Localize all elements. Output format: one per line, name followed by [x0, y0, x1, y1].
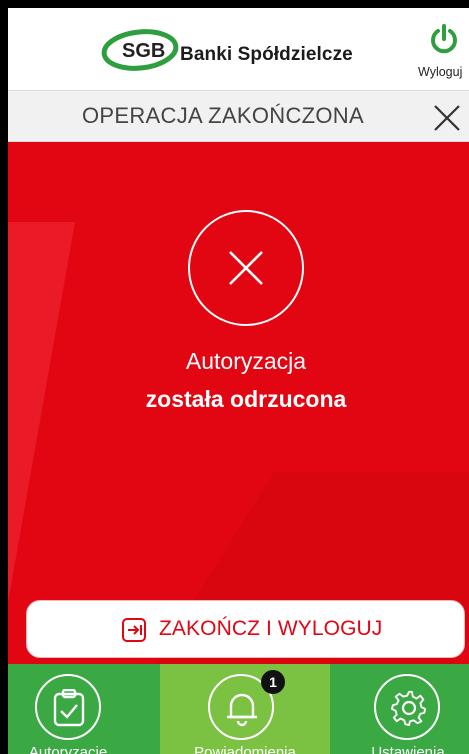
brand-name: Banki Spółdzielcze	[180, 44, 353, 65]
app-screen: SGB Banki Spółdzielcze Wyloguj OPERACJA …	[8, 8, 469, 754]
nav-item-notifications[interactable]: Powiadomienia	[160, 664, 330, 754]
close-button[interactable]	[432, 103, 462, 133]
rejected-status-circle	[188, 210, 304, 326]
notification-badge: 1	[261, 670, 285, 694]
clipboard-check-icon	[53, 689, 85, 727]
nav-item-authorizations[interactable]: Autoryzacje	[8, 664, 160, 754]
background-shard	[8, 222, 76, 642]
exit-icon	[121, 617, 147, 648]
gear-icon	[391, 690, 427, 727]
nav-item-settings[interactable]: Ustawienia	[330, 664, 469, 754]
status-message-line2: została odrzucona	[145, 386, 347, 412]
bottom-navigation: Autoryzacje Powiadomienia Ustawienia	[8, 664, 469, 754]
sgb-logo: SGB	[96, 22, 184, 80]
page-title: OPERACJA ZAKOŃCZONA	[82, 103, 364, 128]
status-message-line1: Autoryzacja	[185, 348, 307, 374]
nav-label-settings: Ustawienia	[371, 744, 445, 754]
nav-label-authorizations: Autoryzacje	[28, 744, 108, 754]
finish-and-logout-button[interactable]: ZAKOŃCZ I WYLOGUJ	[26, 600, 465, 658]
logout-label: Wyloguj	[418, 65, 463, 79]
logout-button[interactable]: Wyloguj	[418, 24, 469, 84]
close-icon	[434, 105, 460, 131]
title-bar: OPERACJA ZAKOŃCZONA	[8, 90, 469, 142]
nav-label-notifications: Powiadomienia	[194, 744, 296, 754]
result-panel: Autoryzacja została odrzucona ZAKOŃCZ I …	[8, 142, 469, 664]
finish-button-label: ZAKOŃCZ I WYLOGUJ	[159, 617, 383, 640]
power-icon	[431, 24, 457, 54]
logo-text: SGB	[122, 40, 165, 62]
bell-icon	[227, 693, 257, 727]
close-icon	[229, 251, 263, 285]
nav-icon-circle	[35, 674, 101, 740]
app-header: SGB Banki Spółdzielcze Wyloguj	[8, 8, 469, 90]
nav-icon-circle	[374, 674, 440, 740]
